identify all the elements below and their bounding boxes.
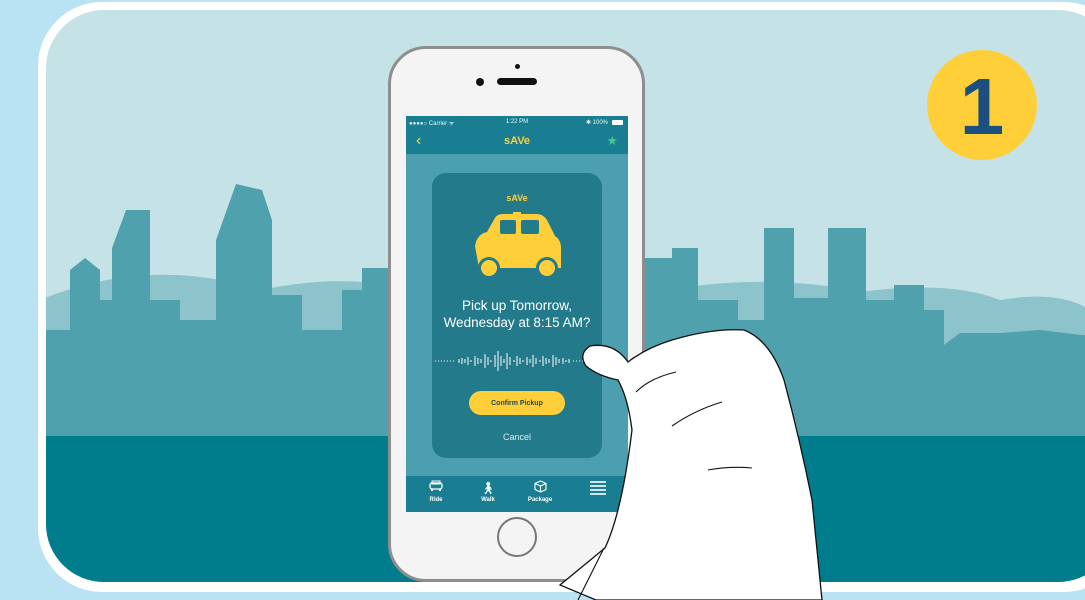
earpiece-speaker	[497, 78, 537, 85]
cancel-button[interactable]: Cancel	[432, 432, 602, 442]
tab-package-label: Package	[527, 497, 553, 503]
star-favorite-icon[interactable]: ★	[606, 134, 618, 147]
car-icon	[475, 212, 561, 279]
front-camera-icon	[476, 78, 484, 86]
proximity-sensor	[515, 64, 520, 69]
phone-screen: ●●●●○ Carrier ᯤ 1:22 PM ✱ 100% ‹ sAVe ★ …	[406, 116, 628, 512]
pickup-question-line2: Wednesday at 8:15 AM?	[443, 315, 591, 330]
tab-menu[interactable]	[576, 480, 620, 497]
tab-walk-label: Walk	[481, 497, 495, 503]
walk-icon: 🚶︎	[480, 481, 496, 495]
car-tab-icon	[414, 480, 458, 496]
home-button[interactable]	[497, 517, 537, 557]
pickup-question-line1: Pick up Tomorrow,	[461, 298, 573, 313]
nav-bar: ‹ sAVe ★	[406, 129, 628, 154]
tab-ride[interactable]: Ride	[414, 480, 458, 503]
confirm-pickup-button[interactable]: Confirm Pickup	[469, 391, 565, 415]
nav-title: sAVe	[503, 135, 531, 147]
package-icon	[518, 480, 562, 496]
tab-package[interactable]: Package	[518, 480, 562, 503]
status-battery: ✱ 100%	[585, 120, 608, 126]
battery-icon	[612, 120, 623, 125]
status-bar: ●●●●○ Carrier ᯤ 1:22 PM ✱ 100%	[406, 116, 628, 129]
voice-waveform-icon	[435, 351, 599, 371]
step-number: 1	[960, 62, 1005, 151]
tab-bar: Ride 🚶︎ Walk Package	[406, 476, 628, 512]
menu-icon	[576, 480, 620, 496]
pickup-confirm-card: sAVe Pick up Tomorrow, Wednesday at 8:15…	[432, 173, 602, 458]
pickup-question: Pick up Tomorrow, Wednesday at 8:15 AM?	[432, 297, 602, 331]
tab-ride-label: Ride	[429, 497, 443, 503]
smartphone: ●●●●○ Carrier ᯤ 1:22 PM ✱ 100% ‹ sAVe ★ …	[388, 46, 645, 582]
card-title: sAVe	[506, 193, 528, 203]
tab-walk[interactable]: 🚶︎ Walk	[466, 480, 510, 503]
